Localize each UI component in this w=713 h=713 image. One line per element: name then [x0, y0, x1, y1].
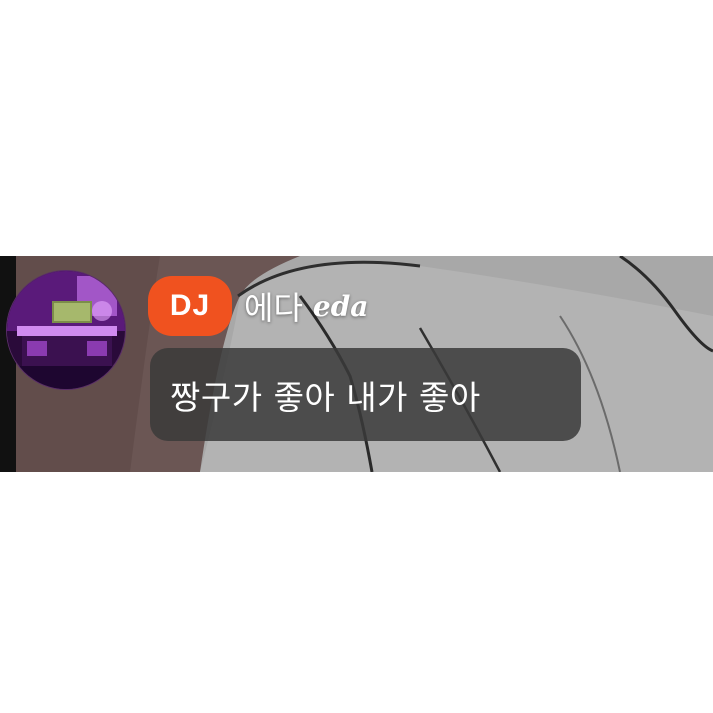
- username[interactable]: 에다 eda: [244, 276, 368, 336]
- left-edge-bar: [0, 256, 16, 472]
- message-text: 짱구가 좋아 내가 좋아: [170, 377, 481, 417]
- username-script: eda: [312, 289, 369, 323]
- user-avatar[interactable]: [6, 270, 126, 390]
- dj-badge: DJ: [148, 276, 232, 336]
- avatar-icon: [7, 271, 125, 389]
- username-hangul: 에다: [244, 289, 303, 327]
- message-bubble: 짱구가 좋아 내가 좋아: [150, 348, 581, 441]
- chat-message-row: DJ 에다 eda 짱구가 좋아 내가 좋아: [0, 256, 713, 472]
